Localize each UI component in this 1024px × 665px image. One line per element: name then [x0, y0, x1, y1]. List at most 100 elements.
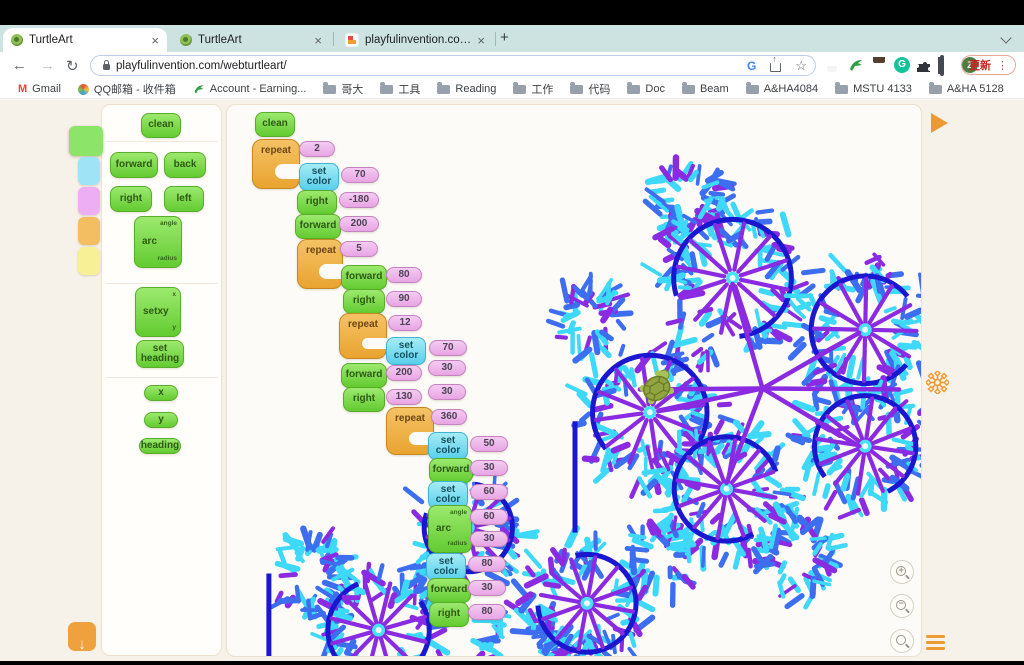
bookmark-bird[interactable]: Account - Earning...: [193, 83, 307, 95]
block-right[interactable]: right: [429, 602, 469, 627]
google-icon[interactable]: G: [747, 59, 756, 73]
number-block[interactable]: 200: [386, 365, 422, 381]
number-block[interactable]: 60: [470, 509, 508, 525]
bookmark-folder[interactable]: A&HA4084: [746, 83, 818, 95]
block-repeat[interactable]: repeat: [339, 313, 387, 359]
bookmark-star-icon[interactable]: ☆: [795, 58, 807, 74]
number-block[interactable]: 70: [429, 340, 467, 356]
bookmark-folder[interactable]: 工作: [513, 81, 553, 97]
tab-close-icon[interactable]: ×: [477, 34, 485, 47]
download-save-button[interactable]: ↓: [68, 622, 96, 651]
bookmark-folder[interactable]: Reading: [437, 83, 496, 95]
bookmark-qq[interactable]: QQ邮箱 - 收件箱: [78, 81, 176, 97]
number-block[interactable]: -180: [339, 192, 379, 208]
block-forward[interactable]: forward: [110, 152, 158, 178]
forward-button[interactable]: →: [40, 57, 55, 74]
reporter-block-heading[interactable]: heading: [139, 438, 181, 454]
url-text[interactable]: playfulinvention.com/webturtleart/: [116, 60, 733, 72]
number-block[interactable]: 80: [468, 604, 506, 620]
extensions-puzzle-icon[interactable]: [917, 57, 933, 73]
tab-playfulinvention[interactable]: playfulinvention.com/webturtle ×: [337, 28, 493, 52]
tab-turtleart-2[interactable]: TurtleArt ×: [172, 28, 330, 52]
bookmark-folder[interactable]: 代码: [570, 81, 610, 97]
palette-tab-flow-orange[interactable]: [78, 217, 100, 245]
number-block[interactable]: 200: [339, 216, 379, 232]
extension-bird-icon[interactable]: [848, 57, 864, 73]
number-block[interactable]: 80: [386, 267, 422, 283]
bookmark-folder[interactable]: A&HA 5128: [929, 83, 1004, 95]
block-right[interactable]: right: [343, 289, 385, 314]
block-right[interactable]: right: [297, 190, 337, 215]
tab-turtleart-1[interactable]: TurtleArt ×: [3, 28, 167, 52]
number-block[interactable]: 30: [468, 580, 506, 596]
palette-tab-violet[interactable]: [78, 187, 100, 215]
bookmark-folder[interactable]: Doc: [627, 83, 665, 95]
block-back[interactable]: back: [164, 152, 206, 178]
block-forward[interactable]: forward: [429, 458, 473, 483]
block-setxy[interactable]: setxyxy: [135, 287, 181, 337]
number-block[interactable]: 30: [470, 460, 508, 476]
tab-close-icon[interactable]: ×: [151, 34, 159, 47]
new-tab-button[interactable]: +: [500, 29, 509, 46]
update-button[interactable]: 更新 ⋮: [961, 55, 1016, 75]
number-block[interactable]: 30: [428, 384, 466, 400]
block-set-heading[interactable]: set heading: [136, 340, 184, 368]
block-forward[interactable]: forward: [341, 265, 387, 290]
block-set-color[interactable]: set color: [299, 163, 339, 191]
number-block[interactable]: 130: [386, 389, 422, 405]
block-right[interactable]: right: [110, 186, 152, 212]
reload-button[interactable]: ↻: [66, 57, 79, 75]
number-block[interactable]: 80: [468, 556, 506, 572]
number-block[interactable]: 30: [470, 531, 508, 547]
number-block[interactable]: 30: [428, 360, 466, 376]
number-block[interactable]: 2: [299, 141, 335, 157]
tab-close-icon[interactable]: ×: [314, 34, 322, 47]
back-button[interactable]: ←: [12, 57, 27, 74]
run-button[interactable]: [931, 113, 948, 133]
block-left[interactable]: left: [164, 186, 204, 212]
block-repeat[interactable]: repeat: [297, 239, 343, 289]
block-forward[interactable]: forward: [295, 214, 341, 239]
palette-tab-yellow[interactable]: [78, 247, 100, 275]
palette-tab-pen-cyan[interactable]: [78, 157, 100, 185]
block-clean[interactable]: clean: [141, 113, 181, 138]
menu-dots-icon[interactable]: ⋮: [997, 59, 1008, 72]
number-block[interactable]: 5: [340, 241, 378, 257]
bookmark-folder[interactable]: MSTU 4133: [835, 83, 912, 95]
block-forward[interactable]: forward: [427, 578, 471, 603]
bookmark-gmail[interactable]: MGmail: [18, 83, 61, 95]
block-repeat[interactable]: repeat: [252, 139, 300, 189]
block-repeat[interactable]: repeat: [386, 407, 434, 455]
zoom-out-button[interactable]: −: [890, 594, 914, 618]
address-bar[interactable]: playfulinvention.com/webturtleart/ G ☆: [90, 55, 816, 76]
hamburger-menu-button[interactable]: [926, 635, 945, 652]
bookmark-folder[interactable]: 哥大: [323, 81, 363, 97]
reporter-block-y[interactable]: y: [144, 412, 178, 428]
block-set-color[interactable]: set color: [386, 337, 426, 365]
block-set-color[interactable]: set color: [428, 432, 468, 460]
block-arc[interactable]: arcangleradius: [428, 505, 472, 553]
reporter-block-x[interactable]: x: [144, 385, 178, 401]
number-block[interactable]: 12: [388, 315, 422, 331]
share-icon[interactable]: [770, 63, 781, 72]
block-arc[interactable]: arcangleradius: [134, 216, 182, 268]
number-block[interactable]: 50: [470, 436, 508, 452]
side-panel-icon[interactable]: [940, 55, 944, 76]
bookmark-folder[interactable]: 工具: [380, 81, 420, 97]
block-set-color[interactable]: set color: [426, 553, 466, 581]
block-right[interactable]: right: [343, 387, 385, 412]
number-block[interactable]: 360: [431, 409, 467, 425]
bookmark-folder[interactable]: Beam: [682, 83, 729, 95]
number-block[interactable]: 60: [470, 484, 508, 500]
palette-tab-motion-green[interactable]: [69, 126, 103, 156]
block-forward[interactable]: forward: [341, 363, 387, 388]
zoom-reset-button[interactable]: [890, 629, 914, 653]
block-clean[interactable]: clean: [255, 112, 295, 137]
number-block[interactable]: 90: [386, 291, 422, 307]
chevron-down-icon[interactable]: [1000, 32, 1011, 43]
zoom-in-button[interactable]: +: [890, 560, 914, 584]
ornament-settings-icon[interactable]: [926, 371, 949, 394]
bookmark-label: Beam: [700, 83, 729, 95]
number-block[interactable]: 70: [341, 167, 379, 183]
extension-grammarly-icon[interactable]: G: [894, 57, 910, 73]
